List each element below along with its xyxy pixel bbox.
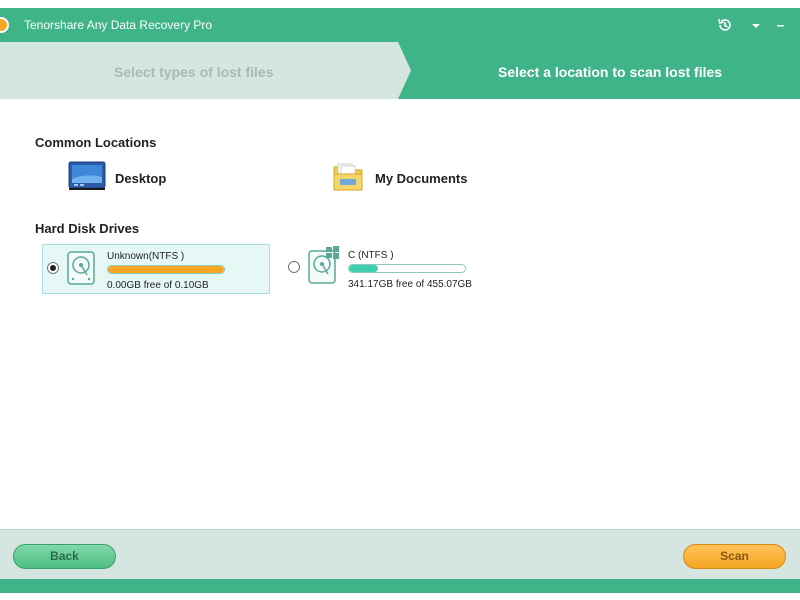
step-select-types[interactable]: Select types of lost files [114,64,274,80]
main-content: Common Locations Desktop My Documents Ha… [0,99,800,529]
drive-item-unknown[interactable]: Unknown(NTFS ) 0.00GB free of 0.10GB [42,244,270,294]
drive-item-c[interactable]: C (NTFS ) 341.17GB free of 455.07GB [284,244,512,294]
my-documents-label: My Documents [375,171,468,186]
desktop-label: Desktop [115,171,167,186]
drive-usage-bar [107,265,225,274]
drive-radio[interactable] [288,261,300,273]
bottom-edge [0,593,800,600]
history-icon[interactable] [716,16,734,34]
common-locations-title: Common Locations [35,135,157,150]
dropdown-arrow-icon[interactable] [747,17,765,35]
back-button[interactable]: Back [13,544,116,569]
title-bar: Tenorshare Any Data Recovery Pro [0,8,800,42]
drive-usage-fill [108,266,224,273]
minimize-icon[interactable] [772,16,790,34]
desktop-icon [68,161,106,190]
folder-icon [333,163,363,191]
drive-name: C (NTFS ) [348,250,394,261]
hard-disk-drives-title: Hard Disk Drives [35,221,140,236]
drive-radio-selected[interactable] [47,262,59,274]
windows-drive-icon [308,246,339,284]
drive-free-space: 0.00GB free of 0.10GB [107,280,209,291]
steps-bar: Select types of lost files Select a loca… [0,42,800,99]
drive-usage-bar [348,264,466,273]
step-select-location: Select a location to scan lost files [498,64,723,80]
window-title: Tenorshare Any Data Recovery Pro [24,18,213,32]
drive-usage-fill [349,265,378,272]
drive-free-space: 341.17GB free of 455.07GB [348,279,472,290]
bottom-status-strip [0,579,800,593]
drive-name: Unknown(NTFS ) [107,251,185,262]
app-logo-icon [0,17,9,33]
hard-drive-icon [67,251,95,285]
scan-button[interactable]: Scan [683,544,786,569]
footer-bar: Back Scan [0,529,800,579]
